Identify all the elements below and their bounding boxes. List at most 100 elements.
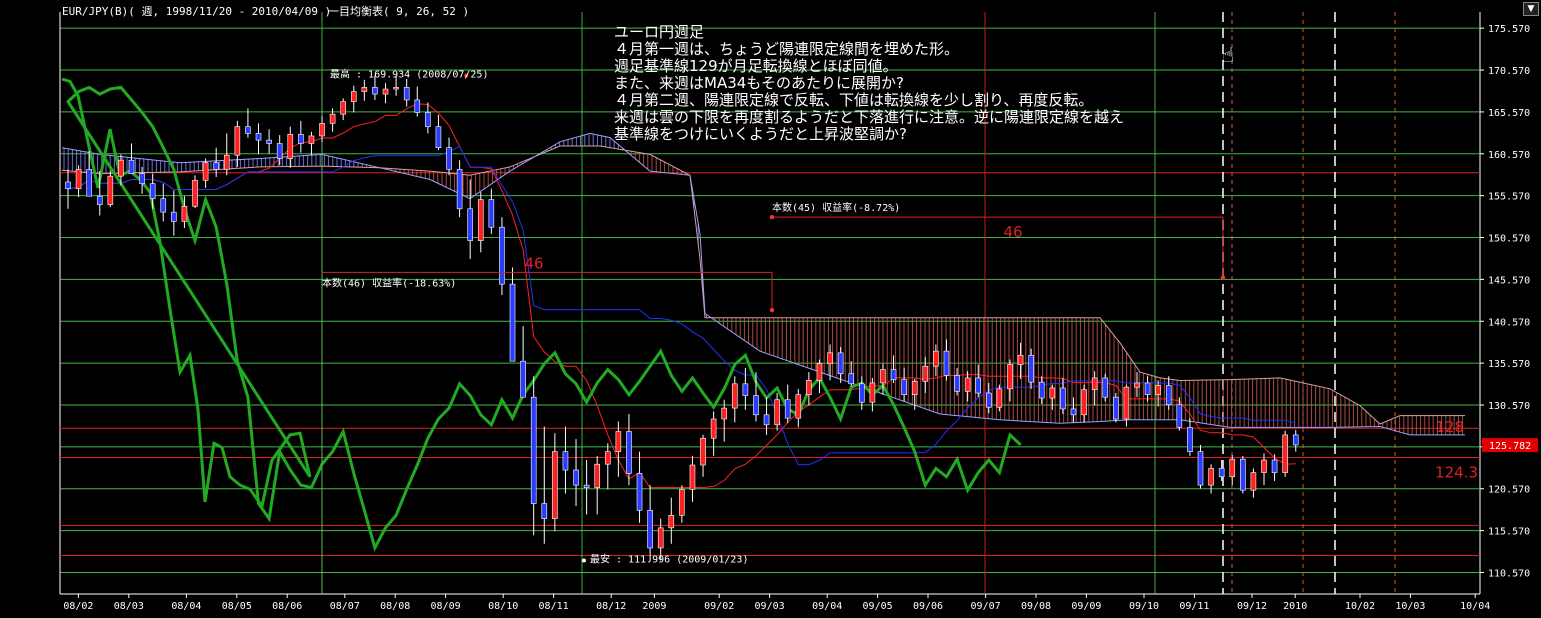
candle-body: [626, 431, 632, 474]
candle-body: [1113, 396, 1119, 420]
candle-body: [202, 162, 209, 181]
candle-body: [795, 394, 802, 419]
indicator-lines: [61, 77, 1296, 552]
x-tick-label: 09/12: [1237, 601, 1267, 612]
count1-value: 46: [524, 254, 543, 272]
candle-body: [827, 352, 833, 365]
x-tick-label: 08/09: [431, 601, 461, 612]
candle-body: [954, 375, 960, 392]
x-tick-label: 08/02: [63, 601, 93, 612]
high-label: 最高 : 169.934 (2008/07/25): [330, 68, 488, 81]
candle-body: [171, 211, 177, 222]
time-axis: 08/02 08/03 08/04 08/05 08/06 08/07 08/08 08/09…: [63, 594, 1490, 612]
level-124-label: 124.3: [1435, 464, 1478, 482]
memo-line: また、来週はMA34もそのあたりに展開か?: [614, 74, 904, 92]
y-tick-label: 140.570: [1488, 317, 1530, 328]
candle-body: [774, 399, 780, 426]
candle-body: [276, 143, 283, 159]
candle-body: [1176, 404, 1183, 428]
candle-body: [509, 283, 516, 362]
candle-body: [710, 418, 717, 439]
candle-body: [986, 392, 992, 408]
candle-body: [1208, 468, 1214, 486]
candle-body: [1144, 382, 1151, 395]
candle-body: [350, 91, 357, 102]
candle-body: [668, 514, 675, 529]
low-marker: [582, 558, 586, 563]
memo-line: ユーロ円週足: [614, 23, 705, 41]
candle-body: [996, 388, 1003, 408]
candle-body: [308, 135, 315, 144]
memo-line: ４月第一週は、ちょうど陽連限定線間を埋めた形。: [614, 40, 960, 58]
candle-body: [340, 101, 346, 115]
y-tick-label: 150.570: [1488, 234, 1530, 245]
x-tick-label: 08/03: [114, 601, 144, 612]
candle-body: [1218, 468, 1225, 478]
candle-body: [65, 181, 71, 189]
candle-body: [541, 503, 548, 519]
x-tick-label: 09/02: [704, 601, 734, 612]
candle-body: [552, 451, 558, 519]
candle-body: [1007, 364, 1013, 390]
x-tick-label: 10/02: [1345, 601, 1375, 612]
candle-body: [1187, 427, 1193, 452]
memo-line: 基準線をつけにいくようだと上昇波堅調か?: [614, 125, 907, 143]
candle-body: [298, 133, 304, 144]
candle-body: [689, 464, 696, 490]
x-tick-label: 09/06: [913, 601, 943, 612]
candle-body: [880, 369, 886, 384]
candle-body: [86, 169, 92, 197]
candle-body: [1292, 434, 1299, 446]
kijun-line: [67, 145, 1296, 466]
candle-body: [520, 360, 526, 398]
candle-body: [721, 407, 728, 420]
candle-body: [636, 473, 643, 511]
current-price-label: 125.782: [1489, 441, 1531, 452]
count2-label: 本数(45) 収益率(-8.72%): [772, 201, 900, 214]
y-tick-label: 155.570: [1488, 192, 1530, 203]
candle-body: [943, 350, 950, 376]
x-tick-label: 10/04: [1460, 601, 1490, 612]
x-tick-label: 09/07: [971, 601, 1001, 612]
x-tick-label: 08/12: [596, 601, 626, 612]
count1-label: 本数(46) 収益率(-18.63%): [322, 276, 456, 289]
candle-body: [869, 382, 876, 403]
candle-body: [753, 395, 759, 416]
candle-body: [922, 365, 929, 382]
candle-body: [499, 226, 505, 285]
candle-body: [964, 377, 971, 392]
candle-body: [1123, 386, 1130, 420]
candle-body: [467, 208, 473, 241]
candle-body: [530, 396, 537, 504]
y-tick-label: 120.570: [1488, 485, 1530, 496]
candle-body: [234, 126, 241, 156]
chart-menu-button[interactable]: ▼: [1523, 2, 1539, 16]
candle-body: [456, 169, 463, 210]
x-tick-label: 09/11: [1179, 601, 1209, 612]
candle-body: [181, 205, 188, 222]
x-tick-label: 2009: [642, 601, 666, 612]
candle-body: [583, 484, 590, 488]
candle-body: [446, 147, 452, 170]
candle-body: [1091, 377, 1098, 390]
x-tick-label: 09/08: [1021, 601, 1051, 612]
candle-body: [1271, 459, 1278, 473]
candle-body: [1229, 458, 1236, 478]
candle-body: [742, 383, 749, 396]
x-tick-label: 10/03: [1395, 601, 1425, 612]
x-tick-label: 08/05: [222, 601, 252, 612]
candle-body: [837, 352, 844, 375]
candle-body: [107, 175, 114, 205]
x-tick-label: 08/06: [272, 601, 302, 612]
candle-body: [1102, 377, 1109, 398]
candle-body: [414, 99, 421, 113]
candle-body: [139, 173, 145, 184]
x-tick-label: 08/07: [330, 601, 360, 612]
level-128-label: 128: [1435, 418, 1464, 436]
candle-body: [562, 451, 569, 471]
y-tick-label: 160.570: [1488, 150, 1530, 161]
candle-body: [75, 169, 82, 189]
candle-body: [731, 383, 738, 409]
x-tick-label: 09/10: [1129, 601, 1159, 612]
instrument-title: EUR/JPY(B)( 週, 1998/11/20 - 2010/04/09 ): [62, 5, 332, 18]
